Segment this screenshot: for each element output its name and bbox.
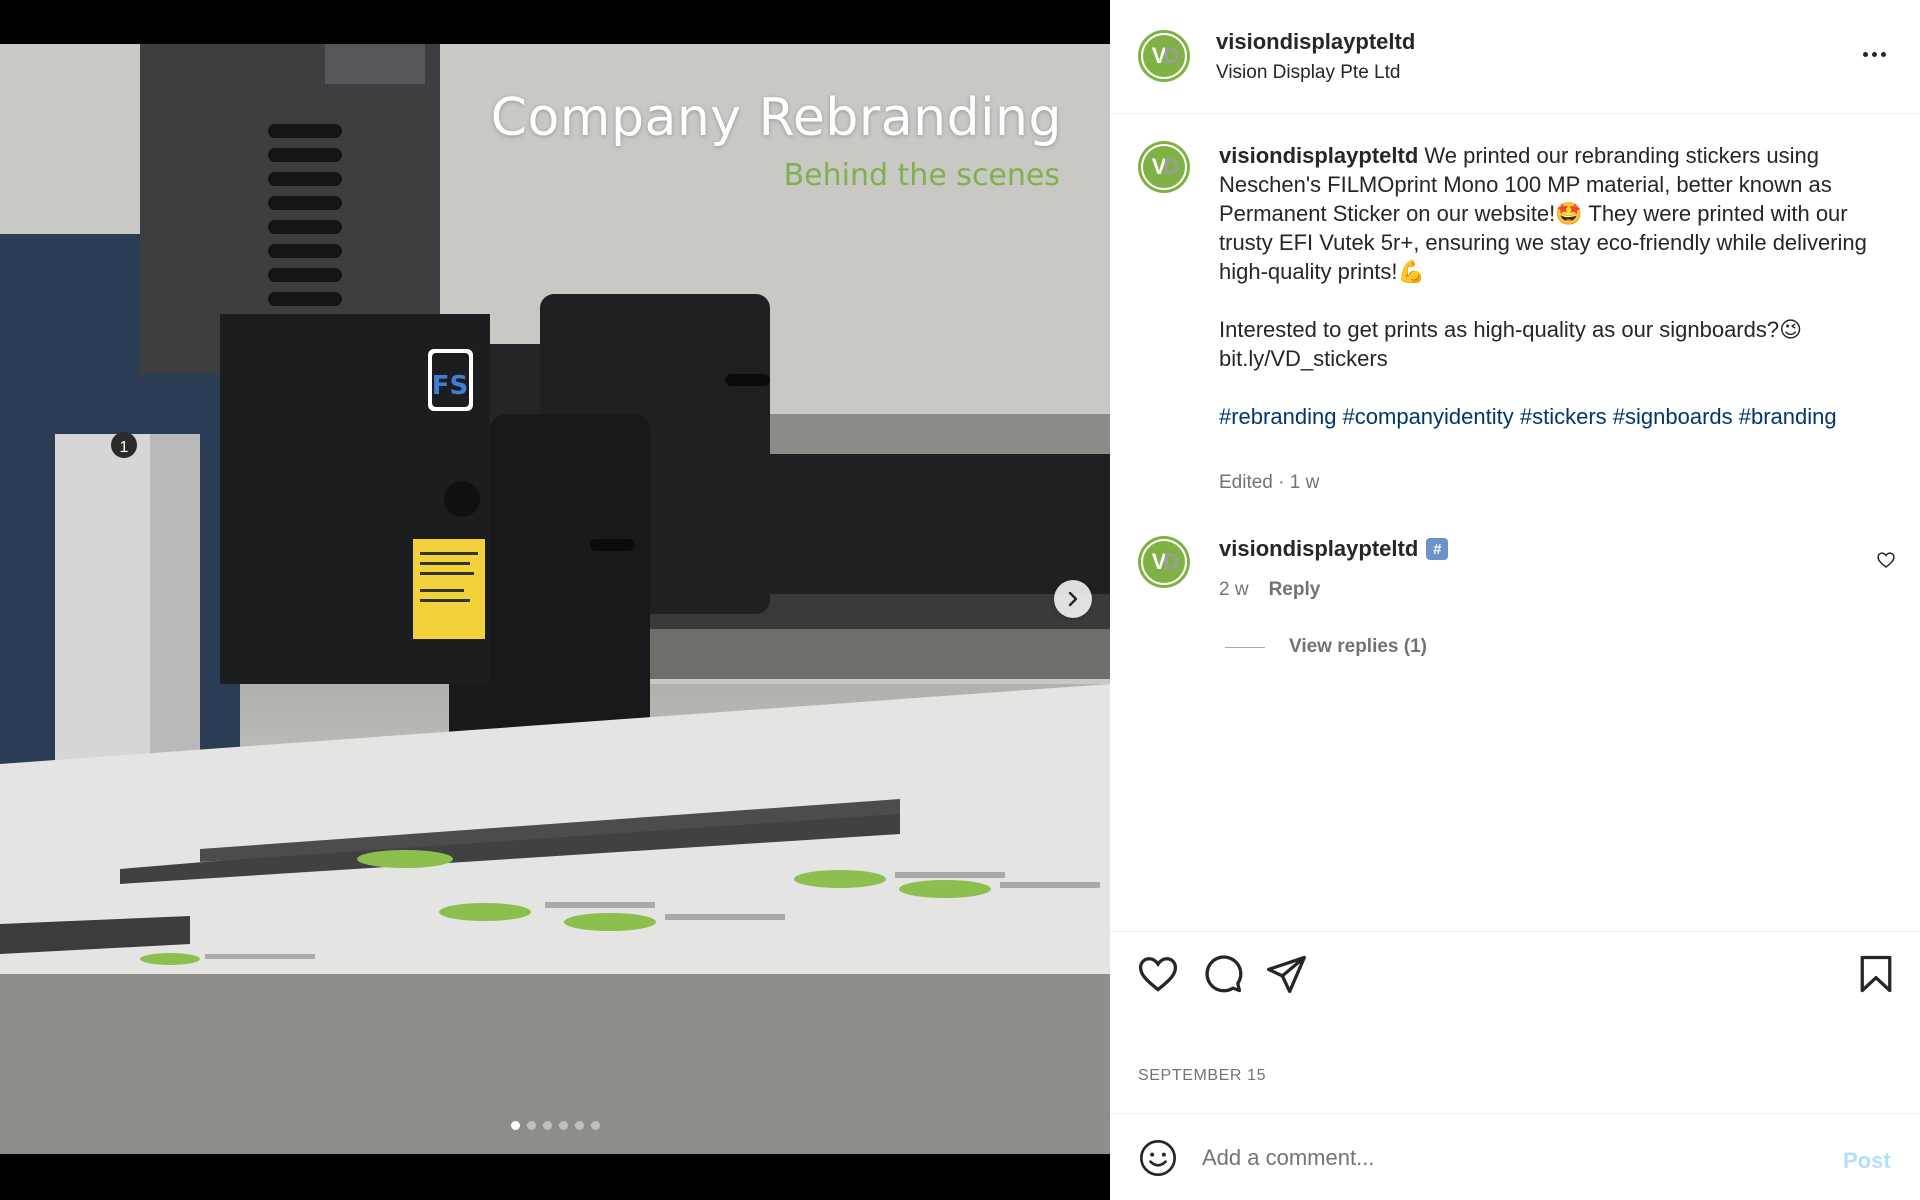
carousel-dot (542, 1121, 552, 1130)
media-panel: 1 FS Company Rebranding Behind the scene… (0, 0, 1110, 1200)
printer-illustration: 1 FS (0, 44, 1110, 1154)
bookmark-icon[interactable] (1854, 952, 1898, 996)
carousel-dot (590, 1121, 600, 1130)
comment-meta: 2 w Reply (1219, 579, 1320, 601)
carousel-dot (526, 1121, 536, 1130)
caption-username[interactable]: visiondisplaypteltd (1219, 143, 1418, 168)
overlay-title: Company Rebranding (490, 88, 1062, 148)
next-slide-button[interactable] (1054, 580, 1092, 618)
overlay-subtitle: Behind the scenes (783, 158, 1060, 193)
view-replies-label: View replies (1) (1289, 636, 1427, 657)
avatar[interactable]: VD (1138, 30, 1190, 82)
carousel-dot (558, 1121, 568, 1130)
heart-icon[interactable] (1136, 952, 1180, 996)
post-side-panel: VD visiondisplaypteltd Vision Display Pt… (1110, 0, 1920, 1200)
comment-icon[interactable] (1200, 952, 1244, 996)
hashtag-badge-icon: # (1426, 538, 1449, 560)
rail-number: 1 (120, 439, 129, 456)
post-date: SEPTEMBER 15 (1138, 1067, 1267, 1084)
share-icon[interactable] (1264, 952, 1308, 996)
comment-like-heart-icon[interactable] (1876, 550, 1896, 570)
comment-input[interactable] (1202, 1136, 1802, 1180)
printer-badge: FS (432, 371, 469, 401)
post-caption: visiondisplaypteltd We printed our rebra… (1219, 141, 1884, 431)
instagram-post-view: 1 FS Company Rebranding Behind the scene… (0, 0, 1920, 1200)
post-header: VD visiondisplaypteltd Vision Display Pt… (1110, 0, 1920, 114)
comment-avatar[interactable]: VD (1138, 536, 1190, 588)
post-photo: 1 FS Company Rebranding Behind the scene… (0, 44, 1110, 1154)
post-comment-button[interactable]: Post (1843, 1148, 1891, 1174)
comment-bar: Post (1110, 1113, 1920, 1200)
avatar-logo: VD (1141, 33, 1187, 79)
reply-button[interactable]: Reply (1269, 579, 1321, 601)
comment-username[interactable]: visiondisplaypteltd (1219, 536, 1418, 562)
emoji-icon[interactable] (1138, 1138, 1178, 1178)
carousel-dots (0, 1121, 1110, 1130)
carousel-dot-active (510, 1121, 520, 1130)
replies-divider (1225, 646, 1265, 648)
comment-username-row: visiondisplaypteltd # (1219, 536, 1449, 562)
post-username[interactable]: visiondisplaypteltd (1216, 29, 1415, 55)
caption-avatar[interactable]: VD (1138, 141, 1190, 193)
caption-hashtags[interactable]: #rebranding #companyidentity #stickers #… (1219, 402, 1884, 431)
actions-divider (1110, 931, 1920, 932)
comment-time: 2 w (1219, 579, 1249, 600)
chevron-right-icon (1068, 591, 1078, 607)
more-horizontal-icon (1862, 51, 1868, 57)
post-display-name: Vision Display Pte Ltd (1216, 62, 1401, 83)
caption-meta: Edited · 1 w (1219, 472, 1320, 493)
more-options-button[interactable] (1858, 38, 1890, 70)
caption-text-2: Interested to get prints as high-quality… (1219, 317, 1803, 371)
carousel-dot (574, 1121, 584, 1130)
view-replies-button[interactable]: View replies (1) (1225, 636, 1427, 658)
